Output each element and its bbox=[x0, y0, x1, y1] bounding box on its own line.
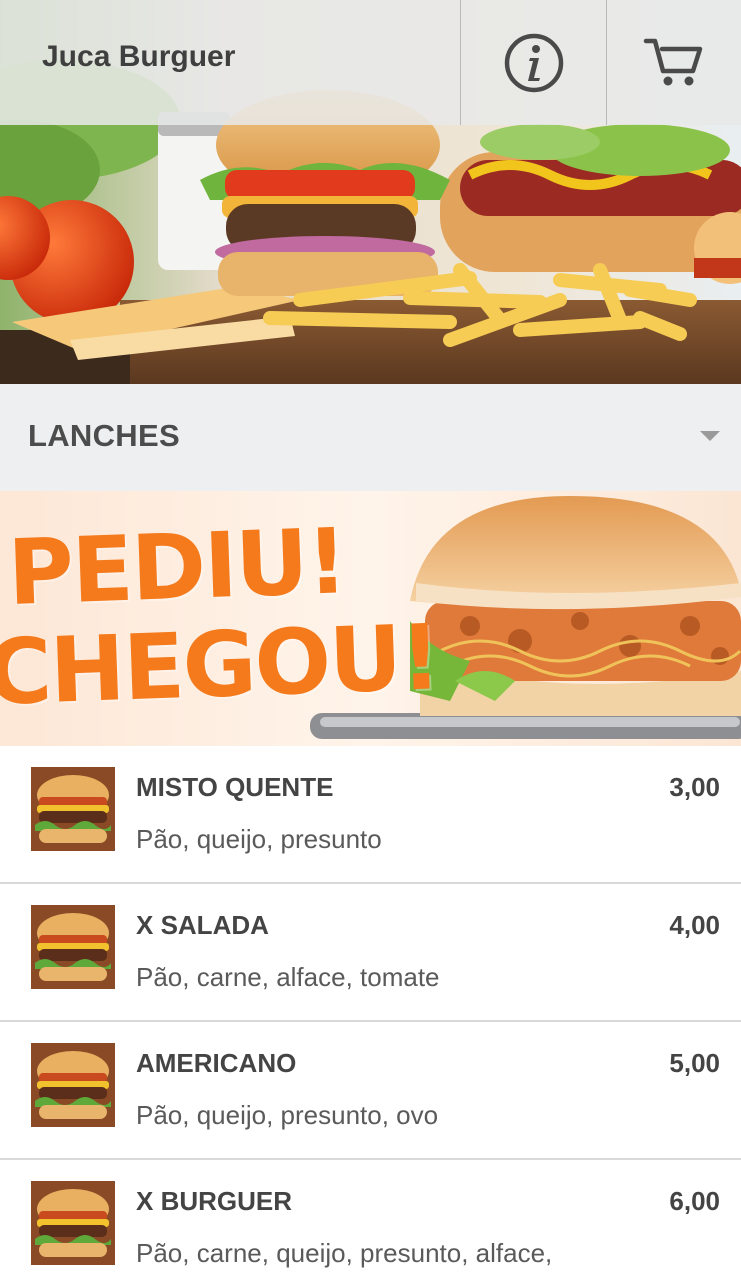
item-price: 4,00 bbox=[669, 910, 720, 940]
item-description: Pão, queijo, presunto bbox=[136, 824, 382, 854]
burger-thumbnail bbox=[31, 1181, 115, 1265]
caret-down-icon[interactable] bbox=[700, 431, 720, 441]
item-price: 6,00 bbox=[669, 1186, 720, 1216]
item-price: 3,00 bbox=[669, 772, 720, 802]
menu-item[interactable]: MISTO QUENTE Pão, queijo, presunto 3,00 bbox=[0, 746, 741, 884]
burger-thumbnail bbox=[31, 1043, 115, 1127]
item-description: Pão, queijo, presunto, ovo bbox=[136, 1100, 439, 1130]
app-title: Juca Burguer bbox=[42, 40, 236, 73]
menu-item[interactable]: X BURGUER Pão, carne, queijo, presunto, … bbox=[0, 1160, 741, 1280]
banner-headline-line1: PEDIU! bbox=[6, 509, 348, 626]
burger-thumbnail bbox=[31, 905, 115, 989]
burger-thumbnail bbox=[31, 767, 115, 851]
item-name: AMERICANO bbox=[136, 1048, 297, 1078]
menu-item[interactable]: X SALADA Pão, carne, alface, tomate 4,00 bbox=[0, 884, 741, 1022]
banner-headline-line2: CHEGOU! bbox=[0, 605, 441, 726]
menu-list: MISTO QUENTE Pão, queijo, presunto 3,00 … bbox=[0, 746, 741, 1280]
promo-banner: PEDIU! CHEGOU! bbox=[0, 491, 741, 746]
info-icon bbox=[504, 33, 563, 92]
app-header: Juca Burguer bbox=[0, 0, 741, 125]
item-name: X BURGUER bbox=[136, 1186, 293, 1216]
category-dropdown[interactable]: LANCHES bbox=[0, 384, 741, 491]
item-description: Pão, carne, queijo, presunto, alface, bbox=[136, 1238, 553, 1268]
menu-item[interactable]: AMERICANO Pão, queijo, presunto, ovo 5,0… bbox=[0, 1022, 741, 1160]
cart-icon bbox=[643, 38, 703, 85]
item-description: Pão, carne, alface, tomate bbox=[136, 962, 440, 992]
item-name: MISTO QUENTE bbox=[136, 772, 334, 802]
info-button[interactable] bbox=[461, 0, 606, 125]
item-price: 5,00 bbox=[669, 1048, 720, 1078]
hero-image: Juca Burguer bbox=[0, 0, 741, 384]
cart-button[interactable] bbox=[607, 0, 741, 125]
item-name: X SALADA bbox=[136, 910, 269, 940]
category-selected-label: LANCHES bbox=[28, 418, 180, 453]
